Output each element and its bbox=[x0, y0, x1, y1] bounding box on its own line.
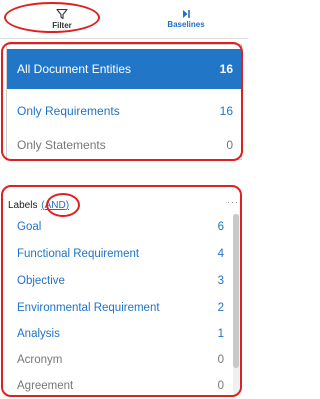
tab-baselines[interactable]: Baselines bbox=[124, 3, 248, 35]
label-item-agreement[interactable]: Agreement 0 bbox=[6, 373, 232, 394]
label-count: 6 bbox=[217, 221, 224, 233]
tab-divider bbox=[0, 38, 248, 39]
filter-label: Only Requirements bbox=[17, 104, 120, 118]
tab-filter[interactable]: Filter bbox=[0, 3, 124, 35]
filter-label: Only Statements bbox=[17, 138, 106, 152]
label-item-objective[interactable]: Objective 3 bbox=[6, 268, 232, 294]
label-name: Environmental Requirement bbox=[17, 302, 160, 314]
label-item-acronym[interactable]: Acronym 0 bbox=[6, 347, 232, 373]
label-count: 2 bbox=[217, 302, 224, 314]
label-item-functional-requirement[interactable]: Functional Requirement 4 bbox=[6, 241, 232, 267]
labels-logic-toggle[interactable]: (AND) bbox=[41, 200, 69, 211]
label-name: Goal bbox=[17, 221, 42, 233]
scrollbar-thumb[interactable] bbox=[233, 214, 239, 368]
tab-filter-label: Filter bbox=[52, 21, 72, 30]
label-count: 3 bbox=[217, 275, 224, 287]
labels-list: Goal 6 Functional Requirement 4 Objectiv… bbox=[6, 214, 232, 394]
label-count: 0 bbox=[217, 380, 224, 392]
entity-filter-list: All Document Entities 16 Only Requiremen… bbox=[6, 44, 242, 160]
tab-baselines-label: Baselines bbox=[167, 20, 205, 29]
baselines-icon bbox=[183, 10, 190, 18]
labels-scrollbar[interactable] bbox=[233, 214, 239, 394]
filter-only-statements[interactable]: Only Statements 0 bbox=[7, 133, 241, 157]
label-name: Acronym bbox=[17, 354, 63, 366]
filter-count: 16 bbox=[219, 104, 233, 118]
filter-count: 0 bbox=[226, 138, 233, 152]
label-count: 1 bbox=[217, 328, 224, 340]
filter-icon bbox=[56, 8, 68, 20]
labels-title: Labels bbox=[8, 200, 38, 211]
label-name: Analysis bbox=[17, 328, 60, 340]
label-count: 4 bbox=[217, 248, 224, 260]
label-name: Functional Requirement bbox=[17, 248, 140, 260]
label-item-analysis[interactable]: Analysis 1 bbox=[6, 321, 232, 347]
filter-count: 16 bbox=[219, 62, 233, 76]
filter-all-document-entities[interactable]: All Document Entities 16 bbox=[7, 49, 241, 89]
label-count: 0 bbox=[217, 354, 224, 366]
label-name: Objective bbox=[17, 275, 65, 287]
labels-header: Labels (AND) bbox=[8, 200, 69, 211]
filter-only-requirements[interactable]: Only Requirements 16 bbox=[7, 91, 241, 131]
label-name: Agreement bbox=[17, 380, 74, 392]
filter-label: All Document Entities bbox=[17, 62, 132, 76]
tab-bar: Filter Baselines bbox=[0, 0, 248, 38]
more-options-icon[interactable]: ··· bbox=[227, 197, 239, 207]
label-item-goal[interactable]: Goal 6 bbox=[6, 214, 232, 240]
label-item-environmental-requirement[interactable]: Environmental Requirement 2 bbox=[6, 295, 232, 321]
